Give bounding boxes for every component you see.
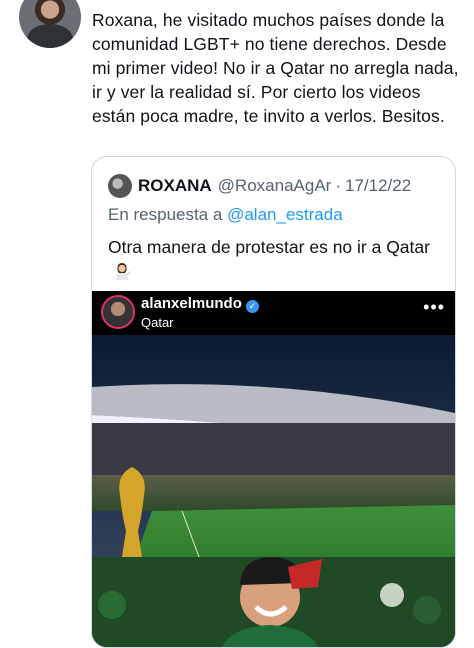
crowd-band — [92, 475, 455, 511]
tweet-text: Roxana, he visitado muchos países donde … — [92, 10, 459, 126]
quoted-user-avatar[interactable] — [108, 174, 132, 198]
crowd-head — [380, 583, 404, 607]
stadium-photo — [92, 335, 455, 647]
instagram-header: alanxelmundo ✓ Qatar ••• — [92, 291, 455, 335]
reply-mention-link[interactable]: @alan_estrada — [227, 205, 343, 224]
quoted-tweet-body: Otra manera de protestar es no ir a Qata… — [108, 237, 430, 257]
more-options-icon: ••• — [423, 297, 445, 317]
user-avatar[interactable] — [19, 0, 81, 48]
instagram-location: Qatar — [141, 315, 174, 330]
instagram-username: alanxelmundo ✓ — [141, 295, 259, 313]
quoted-tweet-header: ROXANA @RoxanaAgAr · 17/12/22 — [108, 173, 411, 199]
crowd-head — [413, 596, 441, 624]
quoted-tweet-card[interactable]: ROXANA @RoxanaAgAr · 17/12/22 En respues… — [91, 156, 456, 648]
instagram-username-text: alanxelmundo — [141, 295, 242, 312]
separator-dot: · — [335, 176, 341, 195]
avatar-shirt — [27, 24, 73, 48]
quoted-tweet-text: Otra manera de protestar es no ir a Qata… — [108, 235, 438, 285]
upper-stands — [92, 423, 455, 483]
woman-tipping-hand-emoji — [116, 263, 131, 280]
quoted-user-name[interactable]: ROXANA — [138, 176, 212, 196]
instagram-avatar — [101, 295, 135, 329]
verified-badge-icon: ✓ — [245, 300, 259, 313]
crowd-head — [98, 591, 126, 619]
reply-prefix: En respuesta a — [108, 205, 223, 224]
quoted-tweet-date[interactable]: 17/12/22 — [345, 176, 411, 196]
reply-context: En respuesta a @alan_estrada — [108, 205, 343, 225]
quoted-user-handle[interactable]: @RoxanaAgAr — [218, 176, 332, 196]
embedded-instagram-image[interactable]: alanxelmundo ✓ Qatar ••• — [92, 291, 455, 647]
